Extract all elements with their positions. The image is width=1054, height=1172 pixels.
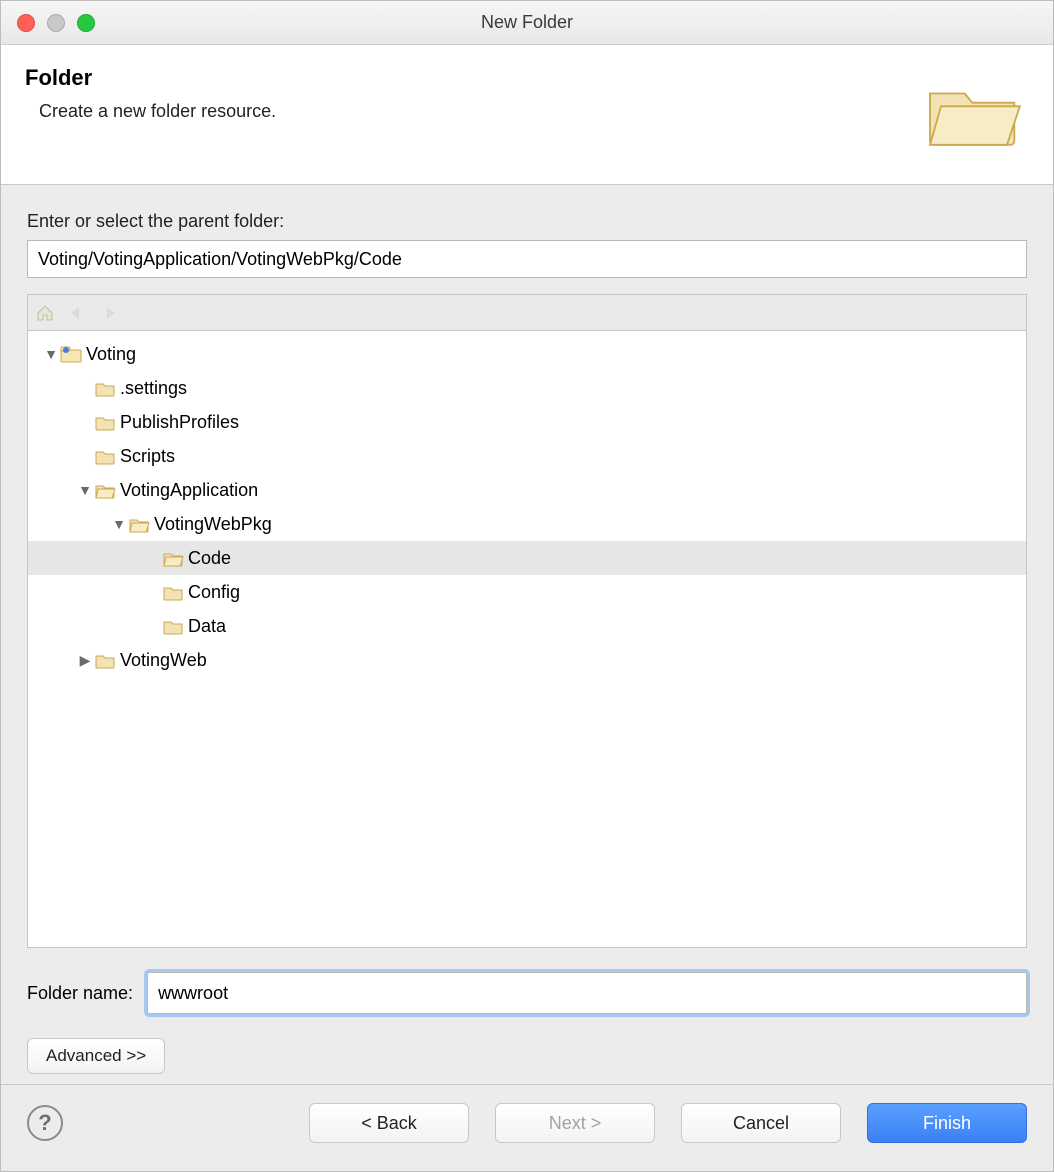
- tree-item[interactable]: ▼ VotingApplication: [28, 473, 1026, 507]
- back-button[interactable]: < Back: [309, 1103, 469, 1143]
- tree-item-label: VotingWeb: [120, 650, 207, 671]
- window-controls: [17, 14, 95, 32]
- folder-open-large-icon: [919, 65, 1029, 160]
- tree-item-label: .settings: [120, 378, 187, 399]
- dialog-body: Enter or select the parent folder: ▼ Voti…: [1, 185, 1053, 1084]
- tree-item-label: Voting: [86, 344, 136, 365]
- zoom-window-button[interactable]: [77, 14, 95, 32]
- tree-item-label: Config: [188, 582, 240, 603]
- parent-folder-label: Enter or select the parent folder:: [27, 211, 1027, 232]
- minimize-window-button[interactable]: [47, 14, 65, 32]
- back-arrow-icon[interactable]: [66, 302, 88, 324]
- tree-toolbar: [27, 294, 1027, 330]
- help-button[interactable]: ?: [27, 1105, 63, 1141]
- folder-name-input[interactable]: [147, 972, 1027, 1014]
- tree-item-label: PublishProfiles: [120, 412, 239, 433]
- folder-name-label: Folder name:: [27, 983, 133, 1004]
- folder-icon: [94, 378, 116, 398]
- tree-item[interactable]: ▶Config: [28, 575, 1026, 609]
- tree-item-label: Scripts: [120, 446, 175, 467]
- dialog-subtitle: Create a new folder resource.: [39, 101, 276, 122]
- dialog-title: Folder: [25, 65, 276, 91]
- window-title: New Folder: [1, 12, 1053, 33]
- cancel-button[interactable]: Cancel: [681, 1103, 841, 1143]
- titlebar: New Folder: [1, 1, 1053, 45]
- tree-item-label: VotingWebPkg: [154, 514, 272, 535]
- chevron-down-icon[interactable]: ▼: [110, 516, 128, 532]
- folder-open-icon: [128, 514, 150, 534]
- tree-item-label: Data: [188, 616, 226, 637]
- parent-folder-input[interactable]: [27, 240, 1027, 278]
- tree-item[interactable]: ▶PublishProfiles: [28, 405, 1026, 439]
- next-button: Next >: [495, 1103, 655, 1143]
- chevron-right-icon[interactable]: ▶: [76, 652, 94, 669]
- tree-item[interactable]: ▶Data: [28, 609, 1026, 643]
- dialog-footer: ? < Back Next > Cancel Finish: [1, 1084, 1053, 1171]
- home-icon[interactable]: [34, 302, 56, 324]
- project-icon: [60, 344, 82, 364]
- folder-icon: [162, 616, 184, 636]
- advanced-button[interactable]: Advanced >>: [27, 1038, 165, 1074]
- forward-arrow-icon[interactable]: [98, 302, 120, 324]
- folder-icon: [94, 412, 116, 432]
- dialog-header: Folder Create a new folder resource.: [1, 45, 1053, 185]
- chevron-down-icon[interactable]: ▼: [42, 346, 60, 362]
- tree-item[interactable]: ▼ Voting: [28, 337, 1026, 371]
- tree-item-label: Code: [188, 548, 231, 569]
- folder-icon: [162, 582, 184, 602]
- tree-item[interactable]: ▶ VotingWeb: [28, 643, 1026, 677]
- tree-item-label: VotingApplication: [120, 480, 258, 501]
- tree-item[interactable]: ▶.settings: [28, 371, 1026, 405]
- tree-item[interactable]: ▼ VotingWebPkg: [28, 507, 1026, 541]
- folder-icon: [94, 446, 116, 466]
- tree-item[interactable]: ▶Scripts: [28, 439, 1026, 473]
- finish-button[interactable]: Finish: [867, 1103, 1027, 1143]
- folder-tree[interactable]: ▼Voting▶.settings▶PublishProfiles▶Script…: [27, 330, 1027, 948]
- chevron-down-icon[interactable]: ▼: [76, 482, 94, 498]
- folder-open-icon: [94, 480, 116, 500]
- close-window-button[interactable]: [17, 14, 35, 32]
- folder-icon: [94, 650, 116, 670]
- folder-open-icon: [162, 548, 184, 568]
- tree-item[interactable]: ▶Code: [28, 541, 1026, 575]
